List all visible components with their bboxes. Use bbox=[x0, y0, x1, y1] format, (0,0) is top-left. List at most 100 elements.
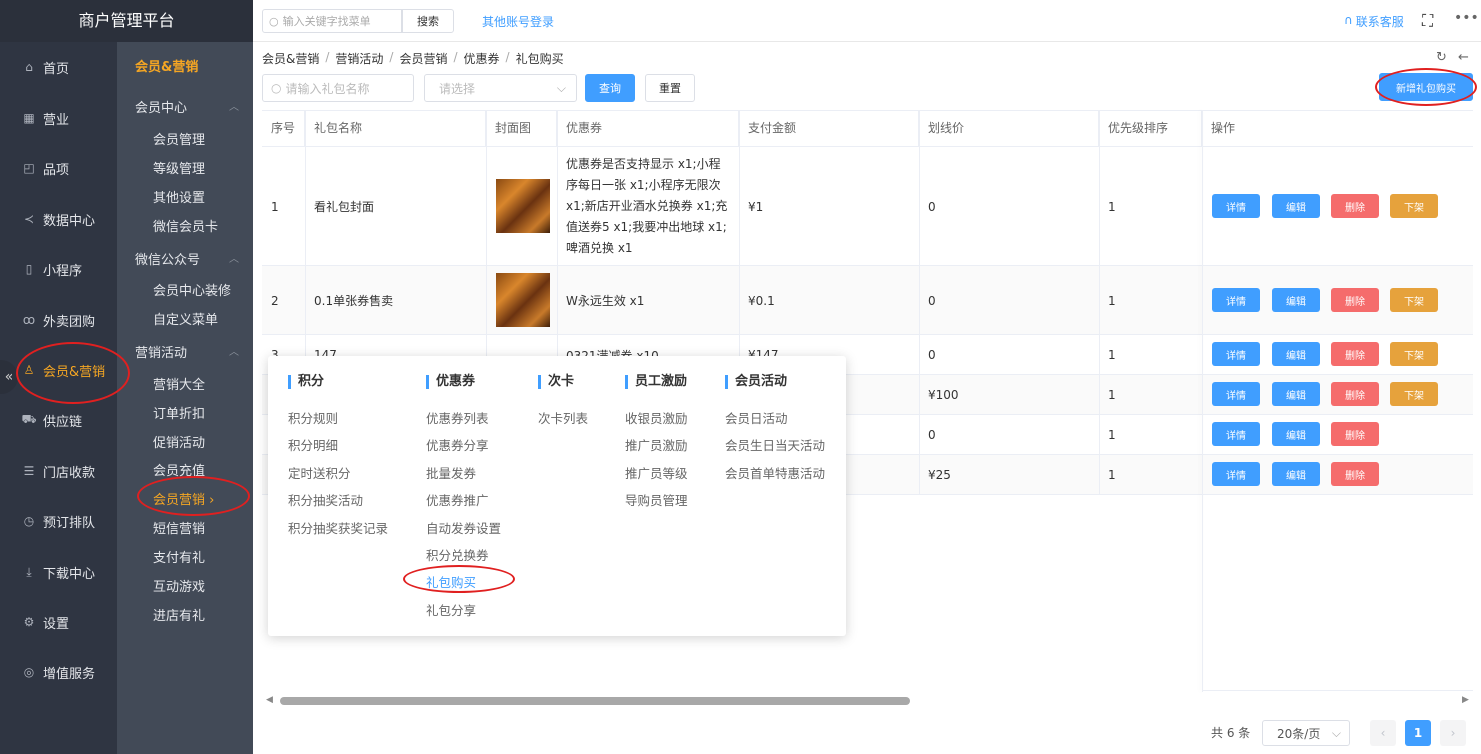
popup-item[interactable]: 导购员管理 bbox=[625, 490, 688, 509]
sidebar-item-business[interactable]: ▦ 营业 bbox=[0, 93, 117, 143]
menu-search-button[interactable]: 搜索 bbox=[402, 9, 454, 33]
edit-button[interactable]: 编辑 bbox=[1272, 422, 1320, 446]
edit-button[interactable]: 编辑 bbox=[1272, 382, 1320, 406]
take-down-button[interactable]: 下架 bbox=[1390, 342, 1438, 366]
subnav-group-wechat[interactable]: 微信公众号 bbox=[135, 249, 200, 268]
subnav-item-other-settings[interactable]: 其他设置 bbox=[153, 187, 205, 206]
sidebar-item-data-center[interactable]: ≺ 数据中心 bbox=[0, 194, 117, 244]
popup-item[interactable]: 积分规则 bbox=[288, 408, 338, 427]
subnav-item-wechat-card[interactable]: 微信会员卡 bbox=[153, 216, 218, 235]
next-page-button[interactable]: › bbox=[1440, 720, 1466, 746]
menu-search-input[interactable]: ○ 输入关键字找菜单 bbox=[262, 9, 402, 33]
sidebar-item-download[interactable]: ⤓ 下载中心 bbox=[0, 547, 117, 597]
sidebar-item-label: 小程序 bbox=[43, 263, 83, 279]
sidebar-item-store-payment[interactable]: ☰ 门店收款 bbox=[0, 446, 117, 496]
sidebar-item-value-added[interactable]: ◎ 增值服务 bbox=[0, 647, 117, 697]
subnav-item-promotion[interactable]: 促销活动 bbox=[153, 432, 205, 451]
delete-button[interactable]: 删除 bbox=[1331, 462, 1379, 486]
detail-button[interactable]: 详情 bbox=[1212, 462, 1260, 486]
popup-item[interactable]: 积分明细 bbox=[288, 435, 338, 454]
subnav-item-member-decorate[interactable]: 会员中心装修 bbox=[153, 280, 231, 299]
other-account-login-link[interactable]: 其他账号登录 bbox=[482, 13, 554, 30]
popup-item[interactable]: 积分抽奖活动 bbox=[288, 490, 363, 509]
edit-button[interactable]: 编辑 bbox=[1272, 288, 1320, 312]
popup-item[interactable]: 推广员等级 bbox=[625, 463, 688, 482]
subnav-item-visit-gift[interactable]: 进店有礼 bbox=[153, 605, 205, 624]
edit-button[interactable]: 编辑 bbox=[1272, 342, 1320, 366]
detail-button[interactable]: 详情 bbox=[1212, 422, 1260, 446]
contact-service-link[interactable]: ∩ 联系客服 bbox=[1344, 13, 1404, 30]
edit-button[interactable]: 编辑 bbox=[1272, 194, 1320, 218]
sidebar-item-miniprogram[interactable]: ▯ 小程序 bbox=[0, 244, 117, 294]
delete-button[interactable]: 删除 bbox=[1331, 194, 1379, 218]
query-button[interactable]: 查询 bbox=[585, 74, 635, 102]
delete-button[interactable]: 删除 bbox=[1331, 288, 1379, 312]
more-icon[interactable]: ••• bbox=[1454, 10, 1479, 26]
popup-category-member-activity: 会员活动 bbox=[725, 375, 787, 389]
breadcrumb-item[interactable]: 营销活动 bbox=[335, 50, 383, 67]
popup-item[interactable]: 优惠券列表 bbox=[426, 408, 489, 427]
popup-item[interactable]: 收银员激励 bbox=[625, 408, 688, 427]
popup-item[interactable]: 推广员激励 bbox=[625, 435, 688, 454]
gift-name-input[interactable]: ○ 请输入礼包名称 bbox=[262, 74, 414, 102]
detail-button[interactable]: 详情 bbox=[1212, 382, 1260, 406]
subnav-item-level-manage[interactable]: 等级管理 bbox=[153, 158, 205, 177]
calendar-icon: ▦ bbox=[23, 111, 35, 125]
column-divider bbox=[919, 110, 920, 495]
annotation-ellipse bbox=[1375, 68, 1477, 106]
breadcrumb-item[interactable]: 优惠券 bbox=[464, 50, 500, 67]
popup-item[interactable]: 会员日活动 bbox=[725, 408, 788, 427]
popup-item[interactable]: 积分抽奖获奖记录 bbox=[288, 518, 388, 537]
sidebar-item-reservation[interactable]: ◷ 预订排队 bbox=[0, 496, 117, 546]
refresh-icon[interactable]: ↻ bbox=[1436, 50, 1447, 65]
subnav-item-member-manage[interactable]: 会员管理 bbox=[153, 129, 205, 148]
popup-item[interactable]: 会员首单特惠活动 bbox=[725, 463, 825, 482]
prev-page-button[interactable]: ‹ bbox=[1370, 720, 1396, 746]
popup-item[interactable]: 优惠券推广 bbox=[426, 490, 489, 509]
scrollbar-thumb[interactable] bbox=[280, 697, 910, 705]
subnav-item-pay-gift[interactable]: 支付有礼 bbox=[153, 547, 205, 566]
page-number-button[interactable]: 1 bbox=[1405, 720, 1431, 746]
detail-button[interactable]: 详情 bbox=[1212, 288, 1260, 312]
breadcrumb-item[interactable]: 会员&营销 bbox=[262, 50, 319, 67]
scroll-right-icon[interactable]: ▶ bbox=[1462, 695, 1469, 705]
page-size-value: 20条/页 bbox=[1277, 726, 1321, 741]
popup-item[interactable]: 优惠券分享 bbox=[426, 435, 489, 454]
popup-item[interactable]: 批量发券 bbox=[426, 463, 476, 482]
take-down-button[interactable]: 下架 bbox=[1390, 194, 1438, 218]
subnav-item-order-discount[interactable]: 订单折扣 bbox=[153, 403, 205, 422]
table-header-row bbox=[262, 110, 1473, 147]
sidebar-item-home[interactable]: ⌂ 首页 bbox=[0, 42, 117, 92]
take-down-button[interactable]: 下架 bbox=[1390, 288, 1438, 312]
subnav-item-games[interactable]: 互动游戏 bbox=[153, 576, 205, 595]
delete-button[interactable]: 删除 bbox=[1331, 382, 1379, 406]
sidebar-item-takeout[interactable]: ꝏ 外卖团购 bbox=[0, 295, 117, 345]
subnav-group-member-center[interactable]: 会员中心 bbox=[135, 97, 187, 116]
page-size-select[interactable]: 20条/页 ⌵ bbox=[1262, 720, 1350, 746]
breadcrumb-item[interactable]: 会员营销 bbox=[399, 50, 447, 67]
popup-item[interactable]: 积分兑换券 bbox=[426, 545, 489, 564]
detail-button[interactable]: 详情 bbox=[1212, 194, 1260, 218]
scroll-left-icon[interactable]: ◀ bbox=[266, 695, 273, 705]
status-select[interactable]: 请选择 ⌵ bbox=[424, 74, 577, 102]
subnav-group-marketing[interactable]: 营销活动 bbox=[135, 342, 187, 361]
popup-item[interactable]: 礼包分享 bbox=[426, 600, 476, 619]
reset-button[interactable]: 重置 bbox=[645, 74, 695, 102]
popup-item[interactable]: 次卡列表 bbox=[538, 408, 588, 427]
detail-button[interactable]: 详情 bbox=[1212, 342, 1260, 366]
breadcrumb-separator: / bbox=[505, 50, 510, 64]
sidebar-item-settings[interactable]: ⚙ 设置 bbox=[0, 597, 117, 647]
sidebar-item-products[interactable]: ◰ 品项 bbox=[0, 143, 117, 193]
take-down-button[interactable]: 下架 bbox=[1390, 382, 1438, 406]
subnav-item-marketing-all[interactable]: 营销大全 bbox=[153, 374, 205, 393]
fullscreen-icon[interactable]: ⛶ bbox=[1422, 11, 1433, 31]
popup-item[interactable]: 会员生日当天活动 bbox=[725, 435, 825, 454]
edit-button[interactable]: 编辑 bbox=[1272, 462, 1320, 486]
delete-button[interactable]: 删除 bbox=[1331, 342, 1379, 366]
popup-item[interactable]: 自动发券设置 bbox=[426, 518, 501, 537]
delete-button[interactable]: 删除 bbox=[1331, 422, 1379, 446]
back-arrow-icon[interactable]: ← bbox=[1458, 50, 1469, 65]
popup-item[interactable]: 定时送积分 bbox=[288, 463, 351, 482]
subnav-item-custom-menu[interactable]: 自定义菜单 bbox=[153, 309, 218, 328]
subnav-item-sms[interactable]: 短信营销 bbox=[153, 518, 205, 537]
